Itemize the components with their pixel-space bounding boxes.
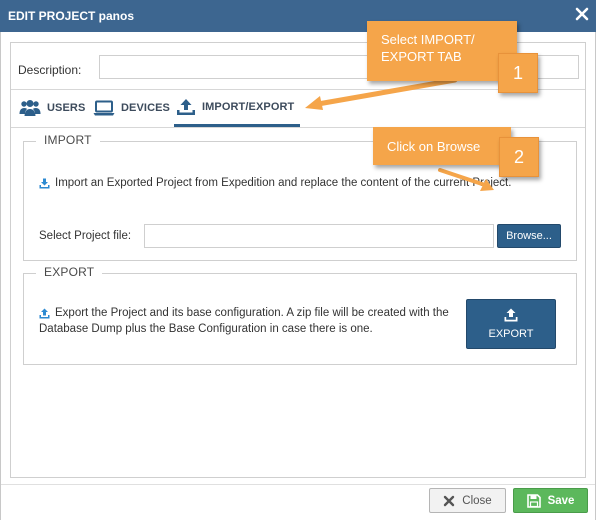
dialog-footer: Close Save <box>1 484 595 521</box>
dialog-body: Description: USERS DEVICES IMPORT/EXPORT… <box>0 32 596 520</box>
callout-select-tab-line2: EXPORT TAB <box>381 49 462 64</box>
save-button[interactable]: Save <box>513 488 588 513</box>
project-file-label: Select Project file: <box>39 230 132 242</box>
close-button[interactable]: Close <box>429 488 506 513</box>
upload-icon <box>504 308 518 322</box>
close-icon <box>444 495 455 506</box>
download-icon <box>39 178 50 189</box>
export-button-label: EXPORT <box>488 328 534 340</box>
export-description-line2: Database Dump plus the Base Configuratio… <box>39 323 373 335</box>
save-button-label: Save <box>547 494 575 507</box>
callout-select-tab: Select IMPORT/ EXPORT TAB <box>367 21 517 81</box>
export-group-title: EXPORT <box>36 265 103 279</box>
project-file-input[interactable] <box>144 224 494 248</box>
tab-devices-label: DEVICES <box>121 102 170 114</box>
close-icon[interactable] <box>574 6 590 22</box>
upload-icon <box>39 308 50 319</box>
close-button-label: Close <box>462 494 492 507</box>
import-description: Import an Exported Project from Expediti… <box>55 177 512 189</box>
upload-icon <box>177 99 195 115</box>
import-group-title: IMPORT <box>36 133 100 147</box>
project-panel: Description: USERS DEVICES IMPORT/EXPORT… <box>10 42 586 478</box>
callout-click-browse: Click on Browse <box>373 127 511 165</box>
tab-import-export[interactable]: IMPORT/EXPORT <box>174 90 301 127</box>
tab-users[interactable]: USERS <box>19 90 85 126</box>
tab-users-label: USERS <box>47 102 86 114</box>
step-badge-1: 1 <box>498 53 538 93</box>
export-button[interactable]: EXPORT <box>466 299 556 349</box>
tab-import-export-label: IMPORT/EXPORT <box>202 101 295 113</box>
description-label: Description: <box>18 63 82 77</box>
laptop-icon <box>93 100 115 116</box>
callout-select-tab-line1: Select IMPORT/ <box>381 32 475 47</box>
tab-devices[interactable]: DEVICES <box>93 90 170 126</box>
floppy-disk-icon <box>526 493 541 508</box>
export-group: EXPORT Export the Project and its base c… <box>23 265 577 365</box>
users-icon <box>19 100 41 116</box>
browse-button[interactable]: Browse... <box>497 224 561 248</box>
tab-bar: USERS DEVICES IMPORT/EXPORT <box>11 89 585 128</box>
step-badge-2: 2 <box>499 137 539 177</box>
export-description-line1: Export the Project and its base configur… <box>55 307 449 319</box>
dialog-title: EDIT PROJECT panos <box>8 9 135 23</box>
